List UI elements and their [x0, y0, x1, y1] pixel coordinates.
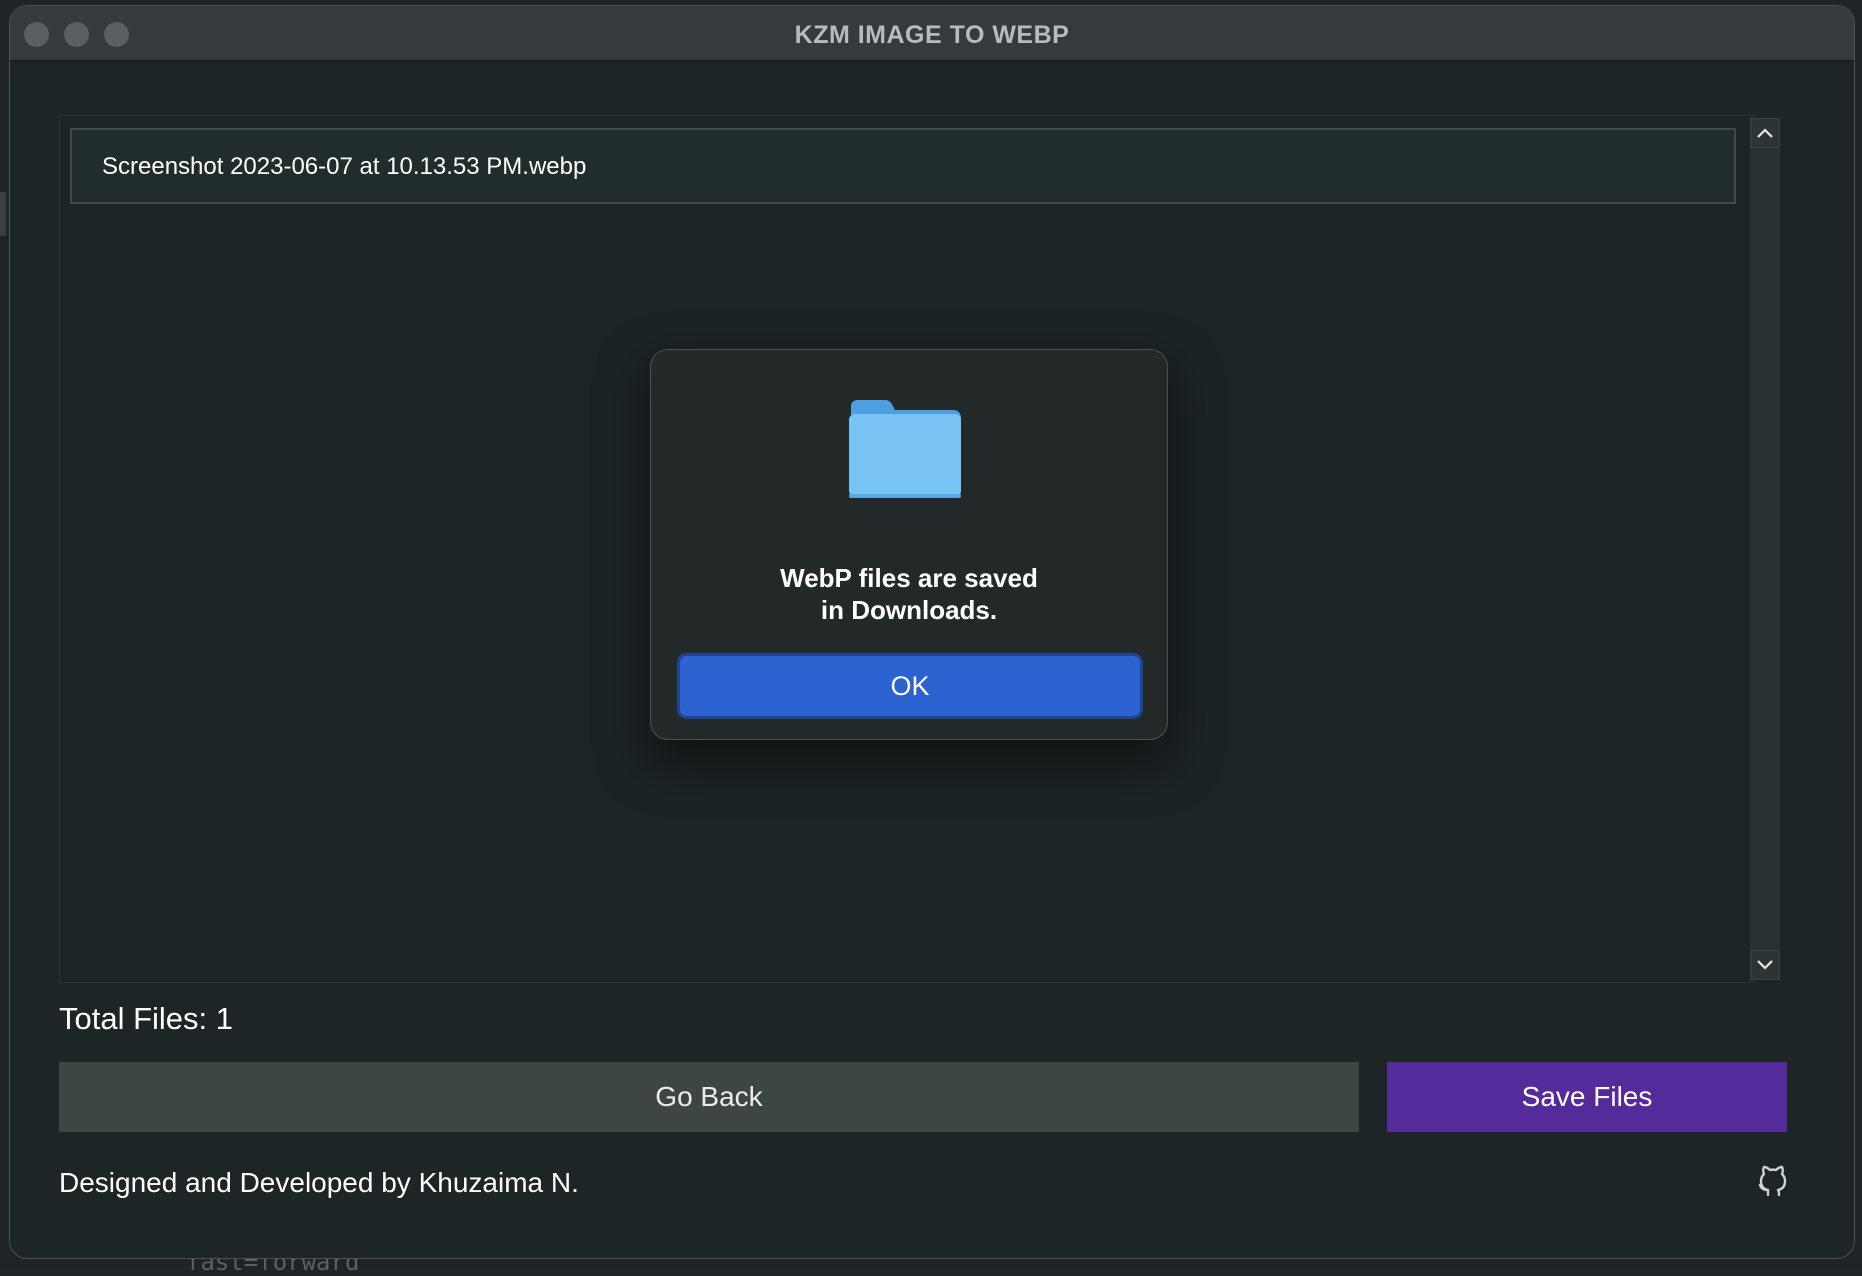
window-title: KZM IMAGE TO WEBP — [794, 21, 1070, 49]
save-confirmation-dialog: WebP files are saved in Downloads. OK — [650, 349, 1168, 740]
desktop-edge — [0, 192, 6, 236]
file-list-item[interactable]: Screenshot 2023-06-07 at 10.13.53 PM.web… — [70, 128, 1736, 204]
total-files-count: Total Files: 1 — [59, 1001, 234, 1036]
chevron-up-icon — [1757, 128, 1773, 138]
save-files-button[interactable]: Save Files — [1387, 1062, 1787, 1132]
dialog-message-line-1: WebP files are saved — [780, 563, 1038, 593]
folder-icon — [849, 400, 961, 498]
ok-button[interactable]: OK — [677, 653, 1143, 719]
file-list-scrollbar[interactable] — [1750, 118, 1780, 980]
github-icon[interactable] — [1755, 1163, 1791, 1199]
title-bar[interactable]: KZM IMAGE TO WEBP — [10, 6, 1854, 61]
credits-text: Designed and Developed by Khuzaima N. — [59, 1167, 579, 1198]
scroll-down-button[interactable] — [1750, 950, 1780, 980]
go-back-button[interactable]: Go Back — [59, 1062, 1359, 1132]
file-name: Screenshot 2023-06-07 at 10.13.53 PM.web… — [102, 153, 587, 180]
chevron-down-icon — [1757, 960, 1773, 970]
scroll-up-button[interactable] — [1750, 118, 1780, 148]
dialog-message: WebP files are saved in Downloads. — [651, 562, 1167, 626]
dialog-message-line-2: in Downloads. — [820, 595, 998, 625]
